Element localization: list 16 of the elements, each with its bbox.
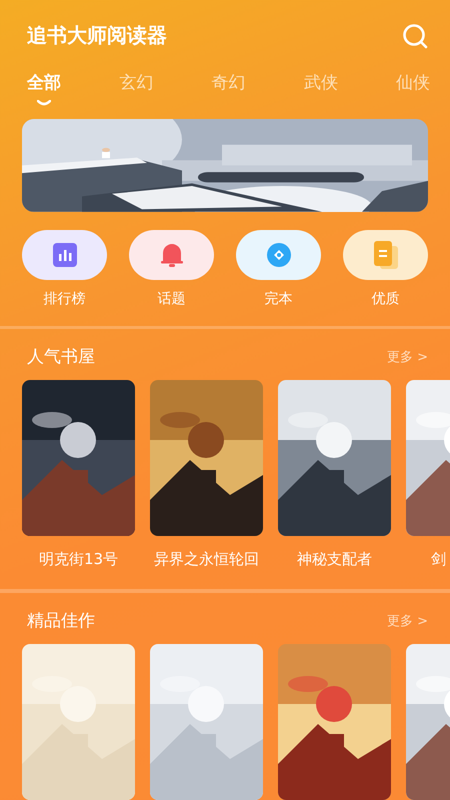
more-link[interactable]: 更多 >: [386, 348, 428, 366]
book-title[interactable]: 神秘支配者: [297, 550, 372, 570]
more-link[interactable]: 更多 >: [386, 612, 428, 630]
search-icon[interactable]: [402, 22, 428, 48]
app-title: 追书大师阅读器: [27, 22, 167, 49]
book-title[interactable]: 异界之永恒轮回: [154, 550, 259, 570]
category-tab[interactable]: 仙侠: [396, 71, 430, 113]
tab-indicator-icon: [37, 100, 51, 106]
category-tab[interactable]: 全部: [27, 71, 61, 113]
section-title: 人气书屋: [27, 346, 95, 368]
book-title[interactable]: 明克街13号: [38, 550, 118, 570]
section-title: 精品佳作: [27, 610, 95, 632]
category-tab[interactable]: 玄幻: [119, 71, 154, 113]
category-tab[interactable]: 奇幻: [212, 71, 246, 113]
book-title[interactable]: 剑: [431, 550, 446, 570]
category-tab[interactable]: 武侠: [304, 71, 338, 113]
